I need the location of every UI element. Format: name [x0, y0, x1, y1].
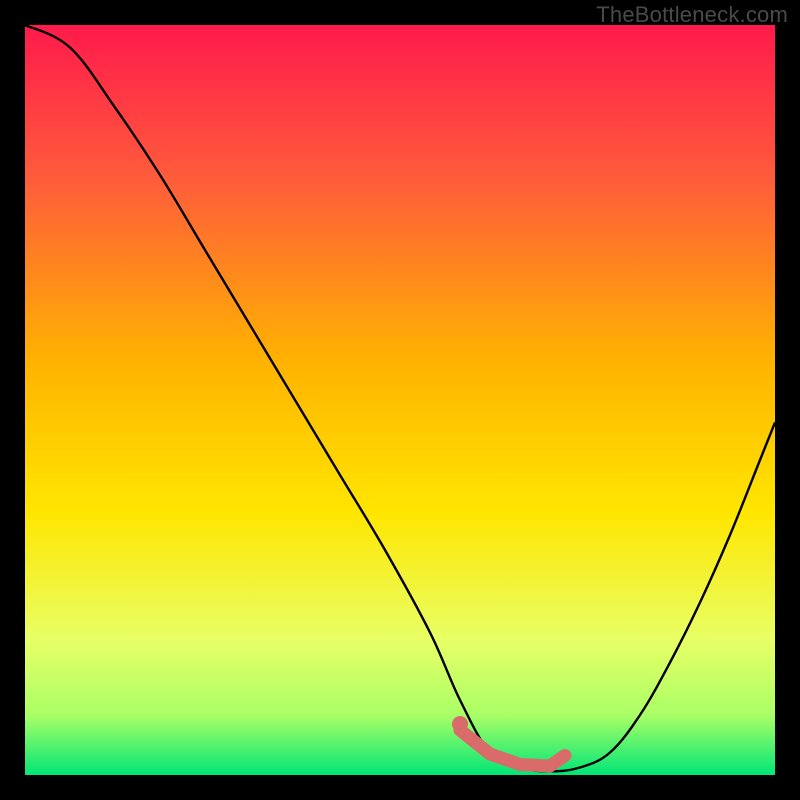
bottleneck-chart [25, 25, 775, 775]
figure-frame: TheBottleneck.com [0, 0, 800, 800]
gradient-background [25, 25, 775, 775]
highlight-dot [452, 716, 468, 732]
